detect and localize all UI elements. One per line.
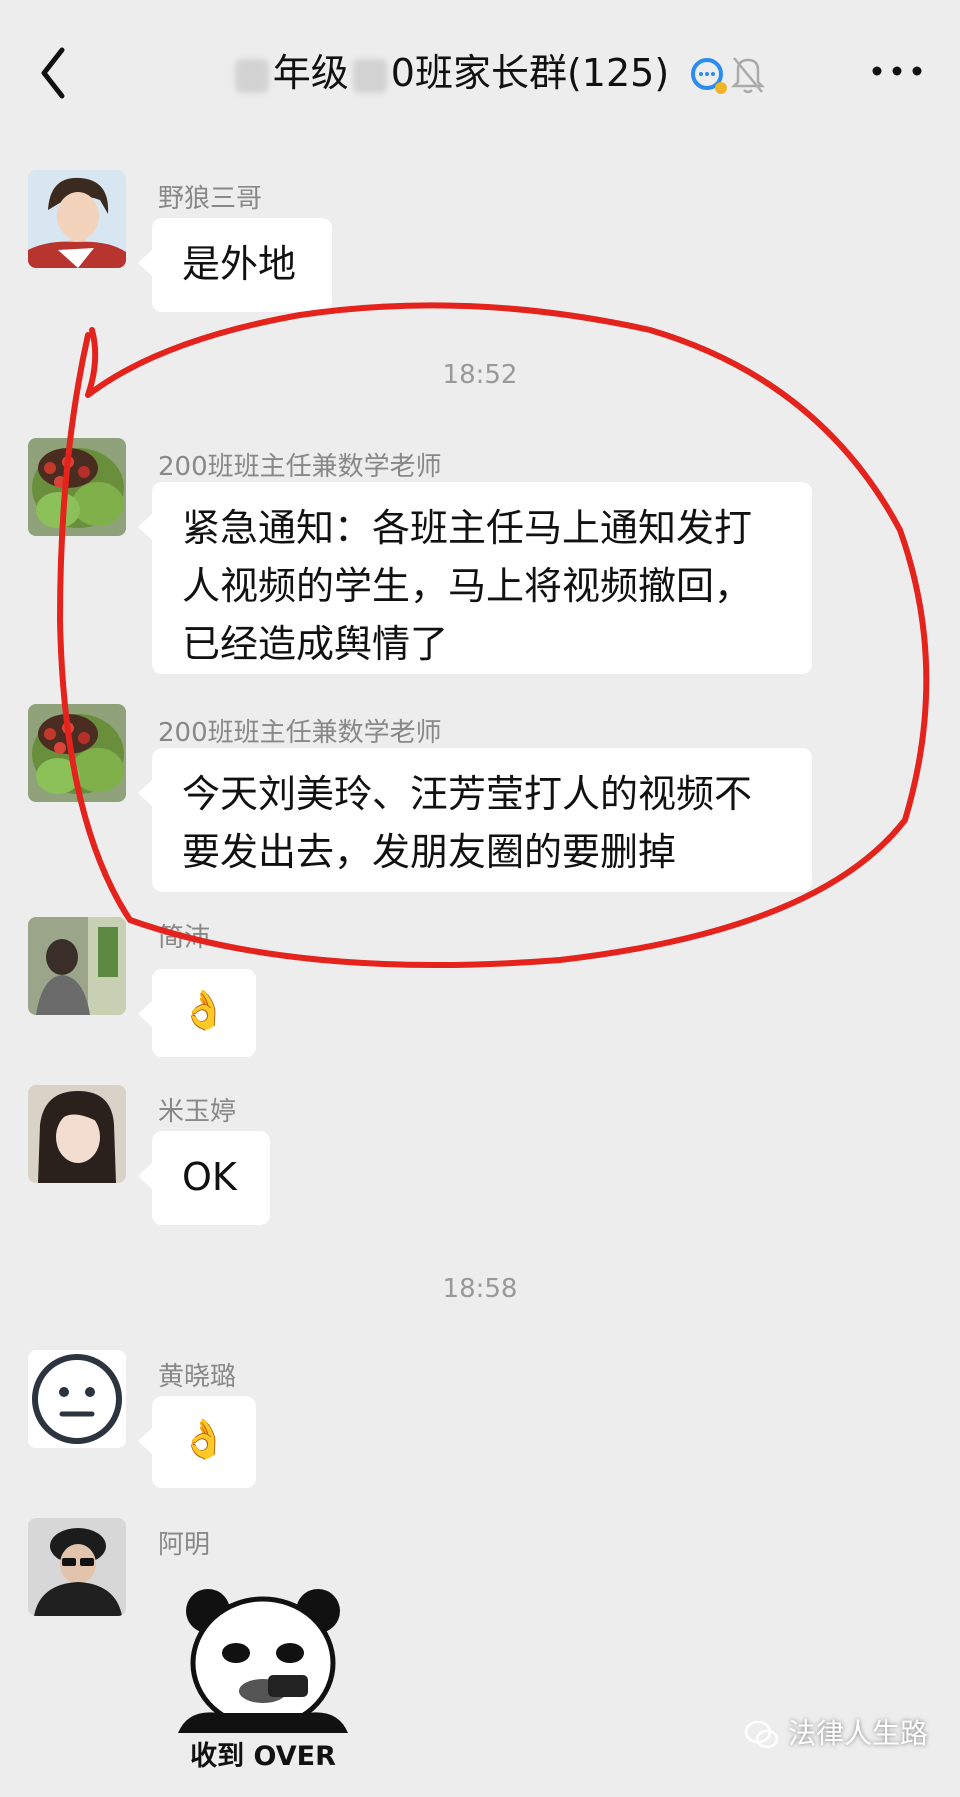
message-bubble[interactable]: 今天刘美玲、汪芳莹打人的视频不要发出去，发朋友圈的要删掉	[138, 748, 812, 892]
timestamp: 18:52	[442, 360, 518, 390]
message-bubble[interactable]: OK	[138, 1131, 270, 1225]
watermark: 法律人生路	[744, 1712, 928, 1753]
avatar[interactable]	[28, 1350, 126, 1448]
wechat-icon	[744, 1720, 779, 1749]
sender-name: 米玉婷	[158, 1097, 237, 1127]
message-bubble[interactable]: 是外地	[138, 218, 332, 312]
chat-group-icon	[691, 57, 728, 94]
sticker-caption: 收到 OVER	[190, 1741, 336, 1772]
mute-bell-icon	[730, 57, 766, 94]
timestamp: 18:58	[442, 1274, 518, 1304]
panda-sticker[interactable]: 收到 OVER	[178, 1583, 348, 1773]
message-bubble[interactable]: 👌	[138, 1396, 256, 1488]
avatar[interactable]	[28, 1518, 126, 1616]
more-dots-icon[interactable]	[868, 56, 926, 86]
sender-name: 200班班主任兼数学老师	[158, 718, 442, 748]
panda-face-icon	[178, 1589, 348, 1733]
sender-name: 野狼三哥	[158, 184, 263, 214]
avatar[interactable]	[28, 1085, 126, 1183]
message-bubble[interactable]: 👌	[138, 969, 256, 1057]
sender-name: 阿明	[158, 1530, 211, 1560]
message-bubble[interactable]: 紧急通知：各班主任马上通知发打人视频的学生，马上将视频撤回，已经造成舆情了	[138, 482, 812, 674]
avatar[interactable]	[28, 438, 126, 536]
avatar[interactable]	[28, 170, 126, 268]
avatar[interactable]	[28, 917, 126, 1015]
chat-title: 年级 0班家长群(125)	[0, 38, 960, 108]
chat-header: 年级 0班家长群(125)	[0, 0, 960, 150]
sender-name: 200班班主任兼数学老师	[158, 452, 442, 482]
avatar[interactable]	[28, 704, 126, 802]
sender-name: 简沛	[158, 923, 211, 953]
blurred-text	[234, 58, 269, 93]
blurred-text	[352, 58, 387, 93]
sender-name: 黄晓璐	[158, 1362, 237, 1392]
